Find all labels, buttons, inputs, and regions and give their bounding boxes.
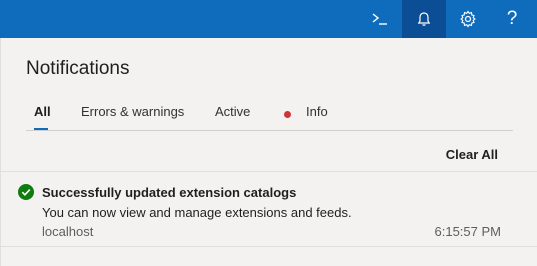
clear-all-button[interactable]: Clear All <box>446 147 498 162</box>
notification-message: You can now view and manage extensions a… <box>42 205 352 220</box>
gear-icon <box>460 10 476 28</box>
notification-source: localhost <box>42 224 94 239</box>
help-button[interactable]: ? <box>490 0 534 38</box>
tab-errors-warnings[interactable]: Errors & warnings <box>81 104 184 119</box>
notifications-panel: Notifications All Errors & warnings Acti… <box>0 38 537 266</box>
bell-icon <box>417 12 431 26</box>
tabs-divider <box>26 130 513 131</box>
panel-title: Notifications <box>26 58 130 79</box>
notification-title: Successfully updated extension catalogs <box>42 185 297 200</box>
tab-all[interactable]: All <box>34 104 51 119</box>
notification-item[interactable]: Successfully updated extension catalogs … <box>1 172 537 246</box>
tab-info[interactable]: Info <box>306 104 328 119</box>
terminal-icon <box>372 13 387 25</box>
tab-active[interactable]: Active <box>215 104 250 119</box>
divider <box>1 246 537 247</box>
success-check-icon <box>18 184 34 200</box>
help-icon: ? <box>506 8 518 29</box>
top-bar: ? <box>0 0 537 38</box>
notification-tabs: All Errors & warnings Active Info <box>26 104 513 130</box>
notification-time: 6:15:57 PM <box>434 224 502 239</box>
settings-button[interactable] <box>446 0 490 38</box>
notifications-button[interactable] <box>402 0 446 38</box>
terminal-button[interactable] <box>358 0 402 38</box>
info-unread-dot <box>284 111 291 118</box>
